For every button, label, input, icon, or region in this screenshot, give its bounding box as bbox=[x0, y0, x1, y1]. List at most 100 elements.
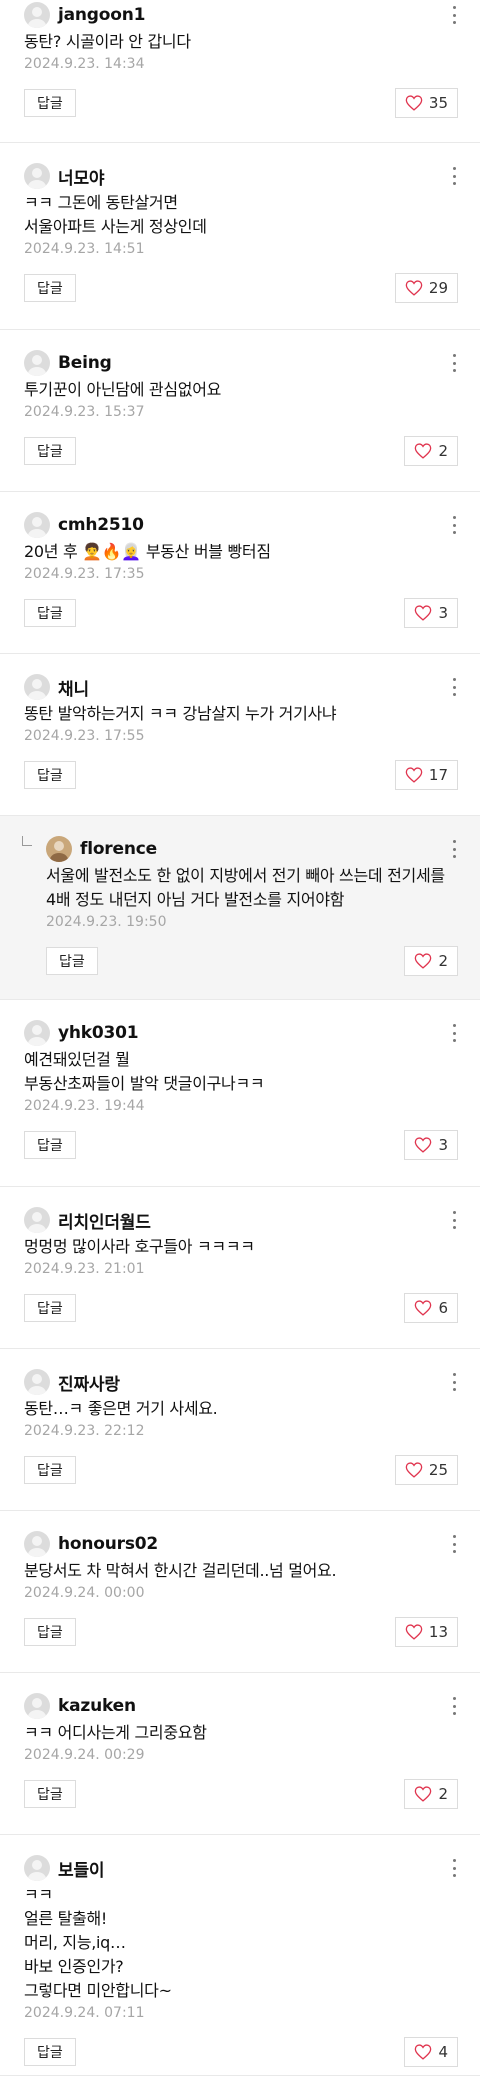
username[interactable]: yhk0301 bbox=[58, 1023, 139, 1043]
comment-date: 2024.9.24. 00:00 bbox=[24, 1585, 145, 1601]
comment-list: jangoon1 동탄? 시골이라 안 갑니다 2024.9.23. 14:34 답글… bbox=[0, 0, 480, 2076]
username[interactable]: 리치인더월드 bbox=[58, 1208, 151, 1233]
like-count: 2 bbox=[438, 952, 448, 970]
avatar[interactable] bbox=[24, 1693, 50, 1719]
like-button[interactable]: 6 bbox=[404, 1293, 458, 1323]
reply-button[interactable]: 답글 bbox=[24, 761, 76, 789]
avatar[interactable] bbox=[46, 836, 72, 862]
more-options-icon[interactable] bbox=[450, 1859, 458, 1877]
username[interactable]: 너모야 bbox=[58, 164, 105, 189]
avatar[interactable] bbox=[24, 2, 50, 28]
more-options-icon[interactable] bbox=[450, 840, 458, 858]
avatar[interactable] bbox=[24, 1369, 50, 1395]
like-button[interactable]: 2 bbox=[404, 436, 458, 466]
comment-actions: 답글 2 bbox=[24, 1779, 458, 1809]
comment-text: 멍멍멍 많이사라 호구들아 ㅋㅋㅋㅋ bbox=[24, 1237, 255, 1256]
comment-item: 채니 똥탄 발악하는거지 ㅋㅋ 강남살지 누가 거기사냐 2024.9.23. 17… bbox=[0, 654, 480, 816]
avatar[interactable] bbox=[24, 1531, 50, 1557]
username[interactable]: 채니 bbox=[58, 675, 89, 700]
like-button[interactable]: 13 bbox=[394, 1617, 458, 1647]
more-options-icon[interactable] bbox=[450, 6, 458, 24]
like-button[interactable]: 4 bbox=[404, 2037, 458, 2067]
comment-text: 예견돼있던걸 뭘 부동산초짜들이 발악 댓글이구나ㅋㅋ bbox=[24, 1050, 265, 1093]
comment-header: 보들이 bbox=[24, 1853, 458, 1883]
like-button[interactable]: 3 bbox=[404, 1130, 458, 1160]
comment-item: 너모야 ㅋㅋ 그돈에 동탄살거면 서울아파트 사는게 정상인데 2024.9.23.… bbox=[0, 143, 480, 330]
comment-item: 진짜사랑 동탄…ㅋ 좋은면 거기 사세요. 2024.9.23. 22:12 답글 25 bbox=[0, 1349, 480, 1511]
reply-button[interactable]: 답글 bbox=[24, 1131, 76, 1159]
comment-text: 동탄? 시골이라 안 갑니다 bbox=[24, 32, 191, 51]
more-options-icon[interactable] bbox=[450, 1535, 458, 1553]
avatar[interactable] bbox=[24, 512, 50, 538]
reply-button[interactable]: 답글 bbox=[24, 1618, 76, 1646]
more-options-icon[interactable] bbox=[450, 1373, 458, 1391]
username[interactable]: kazuken bbox=[58, 1696, 136, 1716]
comment-date: 2024.9.23. 19:50 bbox=[46, 914, 167, 930]
more-options-icon[interactable] bbox=[450, 354, 458, 372]
avatar[interactable] bbox=[24, 674, 50, 700]
like-button[interactable]: 29 bbox=[394, 273, 458, 303]
username[interactable]: 보들이 bbox=[58, 1856, 105, 1881]
more-options-icon[interactable] bbox=[450, 678, 458, 696]
reply-button[interactable]: 답글 bbox=[46, 947, 98, 975]
like-button[interactable]: 2 bbox=[404, 946, 458, 976]
username[interactable]: 진짜사랑 bbox=[58, 1370, 120, 1395]
comment-header: 채니 bbox=[24, 672, 458, 702]
more-options-icon[interactable] bbox=[450, 167, 458, 185]
comment-header: 너모야 bbox=[24, 161, 458, 191]
username[interactable]: Being bbox=[58, 353, 112, 373]
comment-item: 보들이 ㅋㅋ 얼른 탈출해! 머리, 지능,iq… 바보 인증인가? 그렇다면 미… bbox=[0, 1835, 480, 2076]
like-button[interactable]: 17 bbox=[394, 760, 458, 790]
reply-indicator-icon bbox=[22, 836, 32, 846]
comment-item: yhk0301 예견돼있던걸 뭘 부동산초짜들이 발악 댓글이구나ㅋㅋ 2024.9… bbox=[0, 1000, 480, 1187]
comment-header: honours02 bbox=[24, 1529, 458, 1559]
like-button[interactable]: 3 bbox=[404, 598, 458, 628]
comment-actions: 답글 25 bbox=[24, 1455, 458, 1485]
avatar[interactable] bbox=[24, 163, 50, 189]
more-options-icon[interactable] bbox=[450, 1024, 458, 1042]
username[interactable]: jangoon1 bbox=[58, 5, 145, 25]
like-button[interactable]: 35 bbox=[394, 88, 458, 118]
comment-date: 2024.9.24. 00:29 bbox=[24, 1747, 145, 1763]
comment-date: 2024.9.23. 19:44 bbox=[24, 1098, 145, 1114]
username[interactable]: honours02 bbox=[58, 1534, 158, 1554]
avatar[interactable] bbox=[24, 1855, 50, 1881]
more-options-icon[interactable] bbox=[450, 1211, 458, 1229]
heart-icon bbox=[415, 605, 432, 621]
comment-actions: 답글 13 bbox=[24, 1617, 458, 1647]
username[interactable]: cmh2510 bbox=[58, 515, 144, 535]
like-count: 35 bbox=[428, 94, 448, 112]
avatar[interactable] bbox=[24, 1020, 50, 1046]
avatar[interactable] bbox=[24, 350, 50, 376]
comment-actions: 답글 17 bbox=[24, 760, 458, 790]
heart-icon bbox=[405, 1624, 423, 1640]
reply-button[interactable]: 답글 bbox=[24, 599, 76, 627]
reply-button[interactable]: 답글 bbox=[24, 1294, 76, 1322]
comment-actions: 답글 2 bbox=[46, 946, 458, 976]
heart-icon bbox=[415, 953, 432, 969]
comment-date: 2024.9.23. 22:12 bbox=[24, 1423, 145, 1439]
heart-icon bbox=[415, 443, 432, 459]
comment-header: kazuken bbox=[24, 1691, 458, 1721]
like-button[interactable]: 25 bbox=[394, 1455, 458, 1485]
comment-date: 2024.9.24. 07:11 bbox=[24, 2005, 145, 2021]
reply-button[interactable]: 답글 bbox=[24, 274, 76, 302]
like-button[interactable]: 2 bbox=[404, 1779, 458, 1809]
comment-item: 리치인더월드 멍멍멍 많이사라 호구들아 ㅋㅋㅋㅋ 2024.9.23. 21:01… bbox=[0, 1187, 480, 1349]
more-options-icon[interactable] bbox=[450, 1697, 458, 1715]
comment-date: 2024.9.23. 14:51 bbox=[24, 241, 145, 257]
like-count: 2 bbox=[438, 1785, 448, 1803]
more-options-icon[interactable] bbox=[450, 516, 458, 534]
avatar[interactable] bbox=[24, 1207, 50, 1233]
like-count: 13 bbox=[428, 1623, 448, 1641]
heart-icon bbox=[415, 1137, 432, 1153]
reply-button[interactable]: 답글 bbox=[24, 437, 76, 465]
comment-actions: 답글 3 bbox=[24, 598, 458, 628]
comment-header: Being bbox=[24, 348, 458, 378]
reply-button[interactable]: 답글 bbox=[24, 1780, 76, 1808]
reply-button[interactable]: 답글 bbox=[24, 2038, 76, 2066]
heart-icon bbox=[415, 1300, 432, 1316]
reply-button[interactable]: 답글 bbox=[24, 89, 76, 117]
username[interactable]: florence bbox=[80, 839, 157, 859]
reply-button[interactable]: 답글 bbox=[24, 1456, 76, 1484]
